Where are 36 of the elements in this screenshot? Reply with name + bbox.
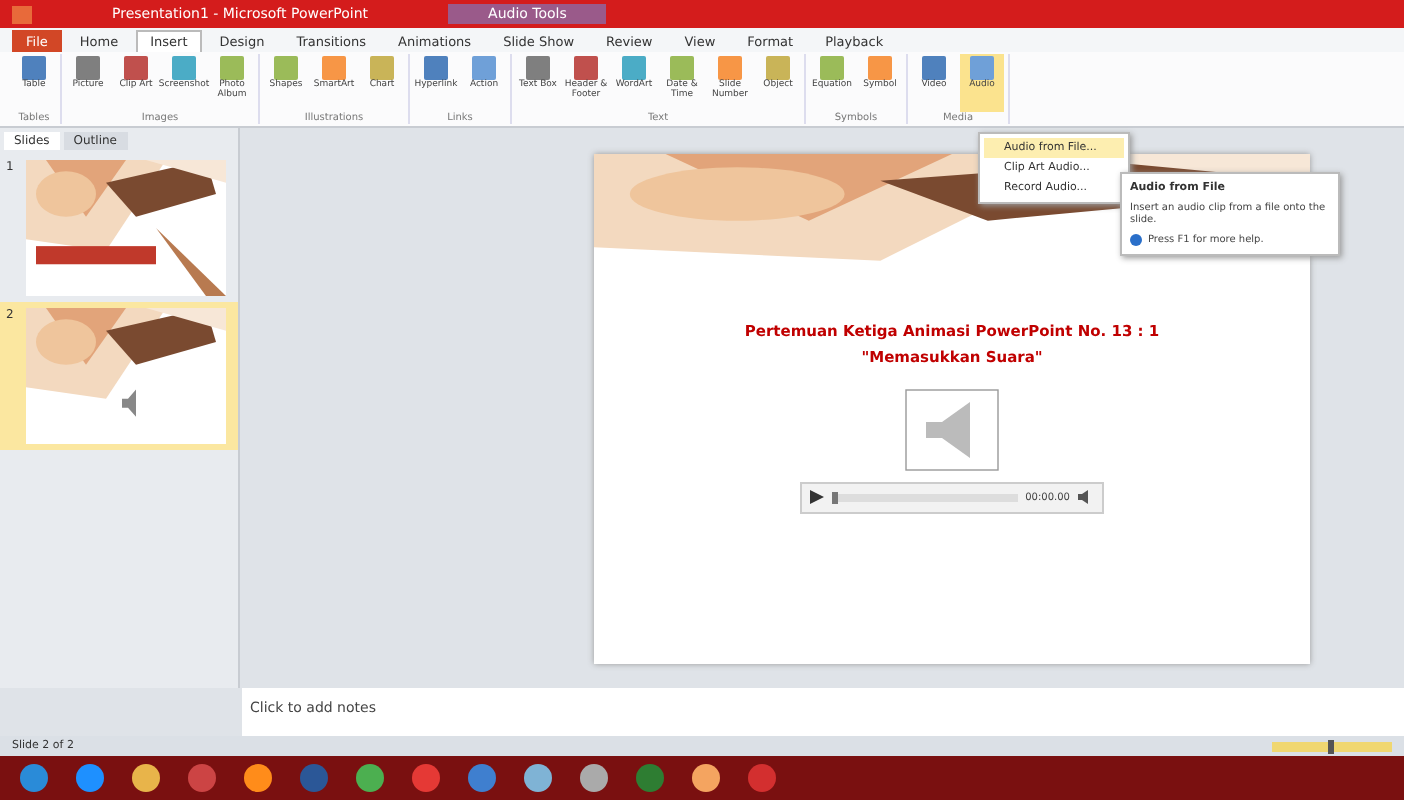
taskbar-app-icon[interactable]: [524, 764, 552, 792]
zoom-slider[interactable]: [1272, 741, 1392, 751]
taskbar-app-icon[interactable]: [692, 764, 720, 792]
tile-icon: [574, 56, 598, 80]
tile-icon: [124, 56, 148, 80]
tile-icon: [820, 56, 844, 80]
tile-icon: [370, 56, 394, 80]
speaker-icon: [902, 385, 1002, 473]
tile-icon: [526, 56, 550, 80]
volume-icon[interactable]: [1078, 490, 1094, 504]
taskbar-app-icon[interactable]: [468, 764, 496, 792]
app-icon: [12, 5, 32, 23]
tile-icon: [472, 56, 496, 80]
tile-icon: [322, 56, 346, 80]
taskbar-app-icon[interactable]: [580, 764, 608, 792]
tile-icon: [424, 56, 448, 80]
taskbar-app-icon[interactable]: [20, 764, 48, 792]
taskbar-app-icon[interactable]: [76, 764, 104, 792]
play-icon[interactable]: [810, 490, 824, 504]
tile-icon: [868, 56, 892, 80]
tile-icon: [172, 56, 196, 80]
tile-icon: [22, 56, 46, 80]
tile-icon: [76, 56, 100, 80]
taskbar-app-icon[interactable]: [412, 764, 440, 792]
taskbar-app-icon[interactable]: [356, 764, 384, 792]
tile-icon: [220, 56, 244, 80]
tile-icon: [670, 56, 694, 80]
tile-icon: [922, 56, 946, 80]
tile-icon: [274, 56, 298, 80]
tile-icon: [970, 56, 994, 80]
tile-icon: [766, 56, 790, 80]
help-icon: [1130, 234, 1142, 246]
tile-icon: [718, 56, 742, 80]
tile-icon: [622, 56, 646, 80]
taskbar-app-icon[interactable]: [244, 764, 272, 792]
taskbar-app-icon[interactable]: [132, 764, 160, 792]
